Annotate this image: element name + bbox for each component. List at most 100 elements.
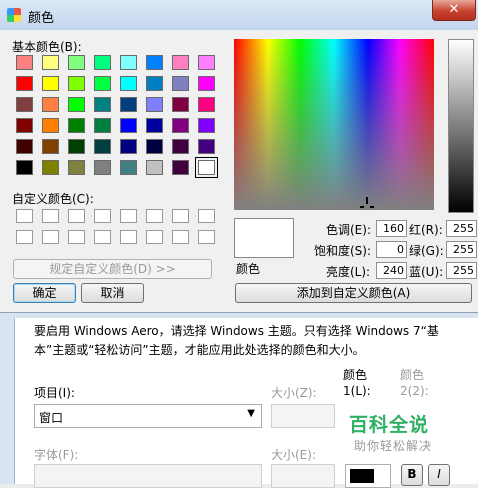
basic-color-swatch[interactable]: [146, 55, 163, 70]
basic-color-swatch[interactable]: [94, 160, 111, 175]
basic-color-swatch[interactable]: [16, 55, 33, 70]
basic-color-swatch[interactable]: [120, 118, 137, 133]
basic-color-swatch[interactable]: [94, 97, 111, 112]
basic-color-swatch[interactable]: [94, 76, 111, 91]
saturation-label: 饱和度(S):: [314, 244, 372, 258]
italic-button[interactable]: I: [428, 464, 450, 486]
basic-color-swatch[interactable]: [16, 160, 33, 175]
custom-color-swatch[interactable]: [198, 230, 215, 244]
color-preview-label: 颜色: [236, 262, 261, 276]
custom-color-swatch[interactable]: [120, 209, 137, 223]
custom-color-swatch[interactable]: [198, 209, 215, 223]
bold-button[interactable]: B: [401, 464, 423, 486]
basic-color-swatch[interactable]: [172, 118, 189, 133]
basic-color-swatch[interactable]: [42, 76, 59, 91]
basic-color-swatch[interactable]: [42, 55, 59, 70]
basic-color-swatch[interactable]: [42, 160, 59, 175]
basic-color-swatch[interactable]: [16, 76, 33, 91]
custom-color-swatch[interactable]: [68, 209, 85, 223]
dialog-title: 颜色: [28, 11, 55, 26]
basic-color-swatch[interactable]: [16, 118, 33, 133]
cancel-button[interactable]: 取消: [81, 283, 144, 303]
basic-color-swatch[interactable]: [16, 139, 33, 154]
chevron-down-icon: ▼: [247, 408, 255, 419]
font-color-picker[interactable]: [345, 464, 391, 488]
basic-color-swatch[interactable]: [68, 97, 85, 112]
size-label: 大小(Z):: [271, 386, 317, 400]
close-button[interactable]: ✕: [432, 0, 476, 21]
basic-color-swatch[interactable]: [172, 55, 189, 70]
define-custom-colors-button[interactable]: 规定自定义颜色(D) >>: [13, 259, 212, 279]
ok-button[interactable]: 确定: [13, 283, 76, 303]
basic-color-swatch[interactable]: [68, 76, 85, 91]
basic-color-swatch[interactable]: [120, 55, 137, 70]
font-color-swatch: [350, 469, 374, 483]
basic-color-swatch[interactable]: [42, 118, 59, 133]
basic-color-swatch[interactable]: [146, 97, 163, 112]
basic-color-swatch[interactable]: [120, 139, 137, 154]
basic-color-swatch[interactable]: [146, 160, 163, 175]
item-select-value: 窗口: [39, 411, 64, 425]
title-bar[interactable]: [0, 0, 478, 30]
color1-label: 颜色 1(L):: [343, 368, 371, 398]
green-input[interactable]: 255: [446, 241, 477, 258]
basic-color-swatch[interactable]: [195, 157, 218, 178]
luminance-input[interactable]: 240: [376, 262, 407, 279]
luminance-label: 亮度(L):: [326, 265, 371, 279]
blue-input[interactable]: 255: [446, 262, 477, 279]
basic-color-swatch[interactable]: [172, 160, 189, 175]
custom-color-swatch[interactable]: [68, 230, 85, 244]
red-input[interactable]: 255: [446, 220, 477, 237]
basic-color-swatch[interactable]: [68, 139, 85, 154]
basic-color-swatch[interactable]: [198, 76, 215, 91]
basic-color-swatch[interactable]: [120, 160, 137, 175]
custom-color-swatch[interactable]: [146, 230, 163, 244]
basic-color-swatch[interactable]: [68, 160, 85, 175]
custom-color-swatch[interactable]: [172, 209, 189, 223]
basic-color-swatch[interactable]: [94, 139, 111, 154]
color-spectrum[interactable]: [234, 39, 434, 210]
basic-color-swatch[interactable]: [68, 55, 85, 70]
basic-color-swatch[interactable]: [94, 118, 111, 133]
basic-color-swatch[interactable]: [172, 97, 189, 112]
basic-color-swatch[interactable]: [42, 139, 59, 154]
basic-color-swatch[interactable]: [120, 97, 137, 112]
basic-color-swatch[interactable]: [120, 76, 137, 91]
add-to-custom-colors-button[interactable]: 添加到自定义颜色(A): [235, 283, 472, 303]
custom-color-swatch[interactable]: [94, 230, 111, 244]
custom-color-swatch[interactable]: [172, 230, 189, 244]
basic-color-swatch[interactable]: [68, 118, 85, 133]
font-select[interactable]: [34, 464, 262, 488]
basic-color-swatch[interactable]: [146, 139, 163, 154]
basic-colors-label: 基本颜色(B):: [12, 40, 82, 54]
basic-color-swatch[interactable]: [172, 76, 189, 91]
basic-color-swatch[interactable]: [198, 55, 215, 70]
hue-label: 色调(E):: [326, 223, 371, 237]
basic-color-swatch[interactable]: [146, 118, 163, 133]
custom-color-swatch[interactable]: [94, 209, 111, 223]
item-label: 项目(I):: [34, 386, 75, 400]
basic-color-swatch[interactable]: [16, 97, 33, 112]
basic-color-swatch[interactable]: [94, 55, 111, 70]
red-label: 红(R):: [409, 223, 443, 237]
custom-color-swatch[interactable]: [16, 209, 33, 223]
basic-color-swatch[interactable]: [172, 139, 189, 154]
custom-color-swatch[interactable]: [120, 230, 137, 244]
item-select[interactable]: 窗口 ▼: [34, 404, 262, 428]
font-size-select[interactable]: [271, 464, 335, 488]
basic-color-swatch[interactable]: [198, 118, 215, 133]
luminance-slider[interactable]: [448, 39, 474, 213]
custom-color-swatch[interactable]: [146, 209, 163, 223]
custom-color-swatch[interactable]: [42, 209, 59, 223]
color2-label: 颜色 2(2):: [400, 368, 429, 398]
aero-info-line-2: 本”主题或“轻松访问”主题，才能应用此处选择的颜色和大小。: [34, 343, 365, 357]
hue-input[interactable]: 160: [376, 220, 407, 237]
basic-color-swatch[interactable]: [146, 76, 163, 91]
custom-color-swatch[interactable]: [16, 230, 33, 244]
basic-color-swatch[interactable]: [198, 97, 215, 112]
basic-color-swatch[interactable]: [198, 139, 215, 154]
saturation-input[interactable]: 0: [376, 241, 407, 258]
size-input[interactable]: [271, 404, 335, 428]
custom-color-swatch[interactable]: [42, 230, 59, 244]
basic-color-swatch[interactable]: [42, 97, 59, 112]
